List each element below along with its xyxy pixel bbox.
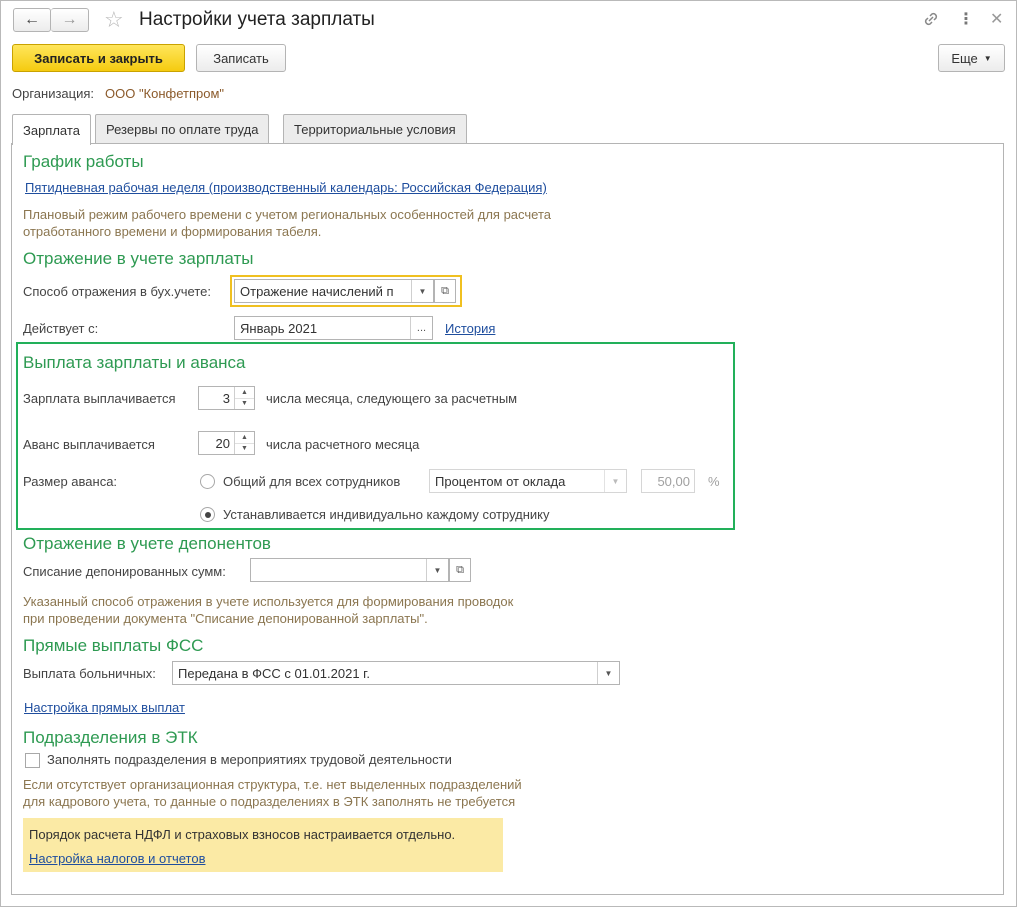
save-and-close-button[interactable]: Записать и закрыть xyxy=(12,44,185,72)
advance-day-stepper[interactable]: 20 ▲ ▼ xyxy=(198,431,255,455)
advance-size-label: Размер аванса: xyxy=(23,474,118,489)
effective-date-field[interactable]: Январь 2021 ... xyxy=(234,316,433,340)
dropdown-arrow-icon[interactable]: ▼ xyxy=(411,280,433,302)
spin-up-icon[interactable]: ▲ xyxy=(235,387,254,399)
schedule-hint-line-2: отработанного времени и формирования таб… xyxy=(23,224,322,239)
back-button[interactable]: ← xyxy=(13,8,51,32)
method-value: Отражение начислений п xyxy=(240,283,394,299)
deponents-hint-line-1: Указанный способ отражения в учете испол… xyxy=(23,594,514,609)
tab-label: Зарплата xyxy=(23,122,80,138)
writeoff-select[interactable]: ▼ xyxy=(250,558,449,582)
salary-day-stepper[interactable]: 3 ▲ ▼ xyxy=(198,386,255,410)
common-method-value: Процентом от оклада xyxy=(435,473,566,489)
etk-hint-line-1: Если отсутствует организационная структу… xyxy=(23,777,522,792)
forward-arrow-icon: → xyxy=(61,11,78,28)
back-arrow-icon: ← xyxy=(24,11,40,28)
effective-label: Действует с: xyxy=(23,321,99,336)
common-percent-value: 50,00 xyxy=(657,473,690,489)
open-form-icon: ⧉ xyxy=(456,563,464,576)
notice-box: Порядок расчета НДФЛ и страховых взносов… xyxy=(23,818,503,872)
window-title: Настройки учета зарплаты xyxy=(139,9,375,30)
open-form-button[interactable]: ⧉ xyxy=(449,558,471,582)
section-heading-schedule: График работы xyxy=(23,152,144,171)
method-label: Способ отражения в бух.учете: xyxy=(23,284,211,299)
sick-value: Передана в ФСС с 01.01.2021 г. xyxy=(178,665,370,681)
advance-label: Аванс выплачивается xyxy=(23,437,155,452)
dropdown-arrow-icon[interactable]: ▼ xyxy=(604,470,626,492)
forward-button[interactable]: → xyxy=(51,8,89,32)
tab-salary[interactable]: Зарплата xyxy=(12,114,91,145)
section-heading-accounting: Отражение в учете зарплаты xyxy=(23,249,254,268)
dropdown-arrow-icon[interactable]: ▼ xyxy=(597,662,619,684)
tax-settings-link[interactable]: Настройка налогов и отчетов xyxy=(29,851,205,866)
tab-label: Территориальные условия xyxy=(294,122,456,137)
dropdown-arrow-icon: ▼ xyxy=(983,53,992,63)
common-method-select[interactable]: Процентом от оклада ▼ xyxy=(429,469,627,493)
etk-checkbox-label: Заполнять подразделения в мероприятиях т… xyxy=(47,752,452,767)
sick-label: Выплата больничных: xyxy=(23,666,156,681)
tab-label: Резервы по оплате труда xyxy=(106,122,259,137)
save-button[interactable]: Записать xyxy=(196,44,286,72)
option-individual-label: Устанавливается индивидуально каждому со… xyxy=(223,507,550,522)
option-common-label: Общий для всех сотрудников xyxy=(223,474,401,489)
more-button[interactable]: Еще ▼ xyxy=(938,44,1005,72)
organization-value: ООО "Конфетпром" xyxy=(105,86,225,101)
more-label: Еще xyxy=(951,50,978,66)
sick-payment-select[interactable]: Передана в ФСС с 01.01.2021 г. ▼ xyxy=(172,661,620,685)
schedule-hint-line-1: Плановый режим рабочего времени с учетом… xyxy=(23,207,551,222)
schedule-link[interactable]: Пятидневная рабочая неделя (производстве… xyxy=(25,180,547,195)
kebab-menu-icon[interactable]: ⋮ xyxy=(958,9,974,29)
percent-sign: % xyxy=(708,474,720,489)
etk-checkbox[interactable] xyxy=(25,753,40,768)
spin-down-icon[interactable]: ▼ xyxy=(235,444,254,455)
salary-suffix: числа месяца, следующего за расчетным xyxy=(266,391,518,406)
common-percent-field[interactable]: 50,00 xyxy=(641,469,695,493)
history-link[interactable]: История xyxy=(445,321,495,336)
radio-selected-dot xyxy=(204,511,211,518)
salary-label: Зарплата выплачивается xyxy=(23,391,176,406)
link-icon[interactable] xyxy=(921,9,941,29)
dropdown-arrow-icon[interactable]: ▼ xyxy=(426,559,448,581)
radio-common[interactable] xyxy=(200,474,215,489)
organization-label: Организация: xyxy=(12,86,95,101)
direct-payments-link[interactable]: Настройка прямых выплат xyxy=(24,700,185,715)
tab-reserves[interactable]: Резервы по оплате труда xyxy=(95,114,270,144)
notice-text: Порядок расчета НДФЛ и страховых взносов… xyxy=(29,827,456,842)
effective-value: Январь 2021 xyxy=(240,320,318,336)
tab-territorial[interactable]: Территориальные условия xyxy=(283,114,467,144)
deponents-hint-line-2: при проведении документа "Списание депон… xyxy=(23,611,428,626)
writeoff-label: Списание депонированных сумм: xyxy=(23,564,226,579)
close-icon[interactable]: ✕ xyxy=(990,9,1003,29)
section-heading-fss: Прямые выплаты ФСС xyxy=(23,636,204,655)
advance-day-value: 20 xyxy=(215,435,230,451)
spin-down-icon[interactable]: ▼ xyxy=(235,399,254,410)
etk-hint-line-2: для кадрового учета, то данные о подразд… xyxy=(23,794,516,809)
salary-day-value: 3 xyxy=(222,390,230,406)
section-heading-payment: Выплата зарплаты и аванса xyxy=(23,353,246,372)
choose-button[interactable]: ... xyxy=(410,317,432,339)
section-heading-etk: Подразделения в ЭТК xyxy=(23,728,198,747)
radio-individual[interactable] xyxy=(200,507,215,522)
spin-up-icon[interactable]: ▲ xyxy=(235,432,254,444)
open-form-icon: ⧉ xyxy=(441,284,449,297)
advance-suffix: числа расчетного месяца xyxy=(266,437,420,452)
star-icon[interactable]: ☆ xyxy=(104,7,124,33)
settings-window: ← → ☆ Настройки учета зарплаты ⋮ ✕ Запис… xyxy=(0,0,1017,907)
open-form-button[interactable]: ⧉ xyxy=(434,279,456,303)
method-select[interactable]: Отражение начислений п ▼ xyxy=(234,279,434,303)
section-heading-deponents: Отражение в учете депонентов xyxy=(23,534,271,553)
